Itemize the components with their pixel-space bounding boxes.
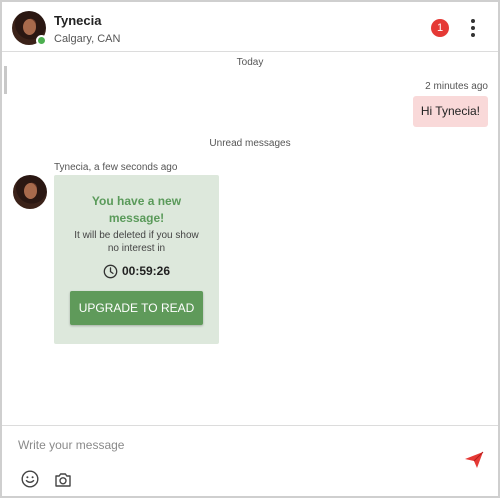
locked-title-line: message!: [108, 211, 165, 225]
sent-message-bubble: Hi Tynecia!: [412, 96, 488, 127]
locked-title-line: You have a new: [91, 194, 182, 208]
contact-name[interactable]: Tynecia: [54, 13, 101, 28]
unread-divider: Unread messages: [209, 138, 291, 149]
countdown-timer: 00:59:26: [54, 263, 219, 279]
locked-message-subtitle: It will be deleted if you show no intere…: [54, 229, 219, 255]
date-divider: Today: [236, 57, 264, 68]
clock-icon: [103, 264, 118, 278]
chat-header: Tynecia Calgary, CAN 1: [2, 2, 498, 52]
send-icon[interactable]: [464, 451, 484, 469]
locked-subtitle-line: no interest in: [107, 243, 166, 254]
unread-badge[interactable]: 1: [431, 19, 449, 37]
locked-message-card: You have a new message! It will be delet…: [54, 175, 219, 344]
scrollbar-thumb[interactable]: [4, 66, 7, 94]
more-vertical-icon[interactable]: [464, 16, 482, 40]
countdown-value: 00:59:26: [121, 264, 171, 278]
message-composer: [2, 425, 498, 496]
sent-message-time: 2 minutes ago: [425, 81, 488, 92]
online-status-indicator: [36, 35, 47, 46]
message-input[interactable]: [18, 435, 438, 455]
emoji-icon[interactable]: [21, 470, 39, 488]
locked-subtitle-line: It will be deleted if you show: [74, 230, 199, 241]
locked-message-title: You have a new message!: [54, 193, 219, 227]
upgrade-to-read-button[interactable]: UPGRADE TO READ: [70, 291, 203, 325]
received-message-meta: Tynecia, a few seconds ago: [54, 162, 178, 173]
camera-icon[interactable]: [54, 471, 72, 488]
contact-location: Calgary, CAN: [54, 33, 121, 45]
sender-avatar[interactable]: [13, 175, 47, 209]
chat-window: Tynecia Calgary, CAN 1 Today 2 minutes a…: [0, 0, 500, 498]
